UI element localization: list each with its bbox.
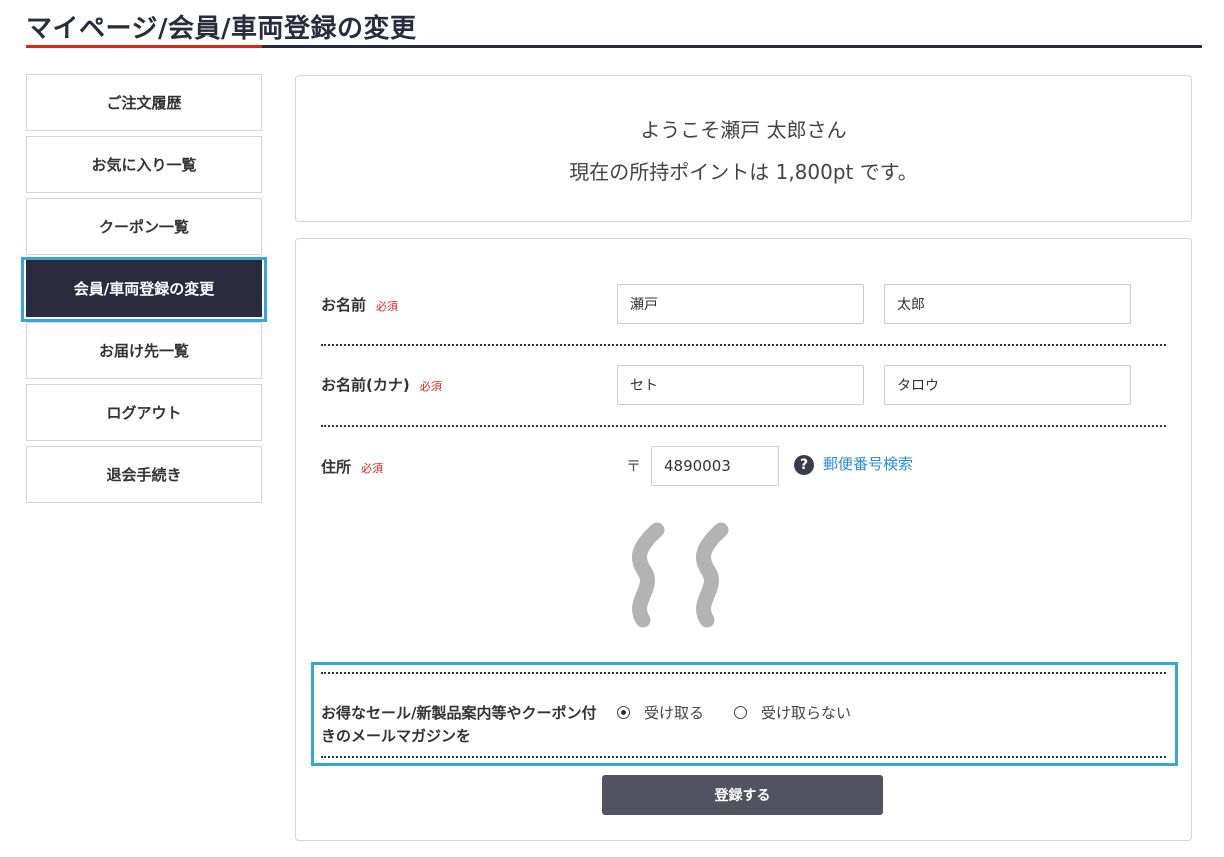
points-balance: 現在の所持ポイントは 1,800pt です。	[569, 160, 918, 184]
sidebar-item-logout[interactable]: ログアウト	[26, 384, 262, 441]
kana-label-text: お名前(カナ)	[321, 376, 410, 394]
row-divider	[321, 756, 1166, 758]
sidebar-item-label: 会員/車両登録の変更	[73, 280, 215, 298]
sidebar-item-favorites[interactable]: お気に入り一覧	[26, 136, 262, 193]
radio-not-receive[interactable]: 受け取らない	[734, 702, 851, 723]
radio-receive[interactable]: 受け取る	[617, 702, 704, 723]
name-label-text: お名前	[321, 296, 367, 314]
question-circle-icon[interactable]: ?	[794, 455, 814, 475]
welcome-panel: ようこそ瀬戸 太郎さん 現在の所持ポイントは 1,800pt です。	[295, 75, 1192, 222]
zip-search-link[interactable]: 郵便番号検索	[823, 453, 913, 474]
sidebar-item-label: ご注文履歴	[106, 94, 182, 112]
radio-checked-icon[interactable]	[617, 706, 630, 719]
postal-mark: 〒	[626, 457, 642, 475]
sidebar-item-label: ログアウト	[106, 404, 182, 422]
address-label-text: 住所	[321, 458, 352, 476]
postal-code-input[interactable]: 4890003	[651, 446, 779, 486]
required-badge: 必須	[361, 462, 384, 475]
sidebar-item-delivery-addresses[interactable]: お届け先一覧	[26, 322, 262, 379]
sidebar-item-label: お届け先一覧	[98, 342, 189, 360]
row-divider	[321, 425, 1166, 427]
sidebar-item-label: お気に入り一覧	[91, 156, 197, 174]
sidebar-item-order-history[interactable]: ご注文履歴	[26, 74, 262, 131]
sidebar-item-label: 退会手続き	[106, 466, 182, 484]
sidebar-item-withdrawal[interactable]: 退会手続き	[26, 446, 262, 503]
name-label: お名前 必須	[321, 294, 398, 315]
radio-unchecked-icon[interactable]	[734, 706, 747, 719]
register-button[interactable]: 登録する	[602, 775, 883, 815]
radio-label: 受け取らない	[761, 704, 852, 722]
sidebar-nav: ご注文履歴 お気に入り一覧 クーポン一覧 会員/車両登録の変更 お届け先一覧 ロ…	[26, 74, 262, 508]
omission-wave-icon	[631, 522, 729, 628]
row-divider	[321, 344, 1166, 346]
required-badge: 必須	[419, 380, 442, 393]
row-divider	[321, 672, 1166, 674]
member-form-panel	[295, 238, 1192, 841]
mail-magazine-label: お得なセール/新製品案内等やクーポン付きのメールマガジンを	[321, 704, 597, 745]
title-underline-accent	[26, 45, 262, 48]
kana-label: お名前(カナ) 必須	[321, 374, 442, 395]
sidebar-item-member-vehicle-edit[interactable]: 会員/車両登録の変更	[26, 260, 262, 317]
first-name-input[interactable]: 太郎	[884, 284, 1131, 324]
sidebar-item-label: クーポン一覧	[98, 218, 189, 236]
last-name-input[interactable]: 瀬戸	[617, 284, 864, 324]
last-name-kana-input[interactable]: セト	[617, 365, 864, 405]
page-title: マイページ/会員/車両登録の変更	[26, 14, 417, 44]
first-name-kana-input[interactable]: タロウ	[884, 365, 1131, 405]
radio-label: 受け取る	[644, 704, 705, 722]
welcome-greeting: ようこそ瀬戸 太郎さん	[640, 118, 847, 142]
required-badge: 必須	[376, 300, 399, 313]
sidebar-item-coupons[interactable]: クーポン一覧	[26, 198, 262, 255]
address-label: 住所 必須	[321, 456, 383, 477]
